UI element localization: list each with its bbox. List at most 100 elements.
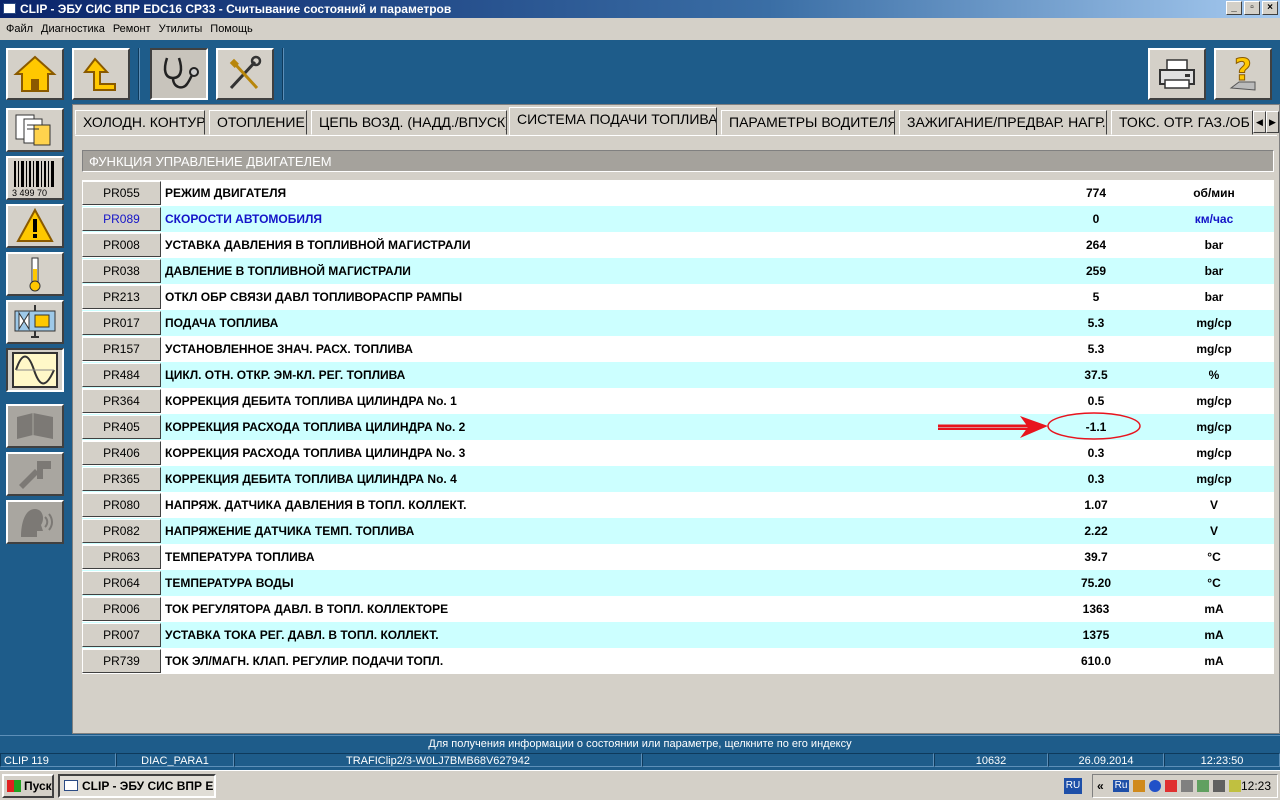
tab-emissions[interactable]: ТОКС. ОТР. ГАЗ./ОБ [1111, 110, 1253, 135]
tab-driver-params[interactable]: ПАРАМЕТРЫ ВОДИТЕЛЯ [721, 110, 895, 135]
parameter-label: ПОДАЧА ТОПЛИВА [165, 316, 279, 330]
volume-icon[interactable] [1213, 780, 1225, 792]
tab-scroll-right-icon[interactable]: ▶ [1266, 111, 1279, 133]
parameter-code-button[interactable]: PR157 [82, 337, 161, 361]
barcode-text: 3 499 70 [12, 188, 48, 198]
parameter-label: ТОК ЭЛ/МАГН. КЛАП. РЕГУЛИР. ПОДАЧИ ТОПЛ. [165, 654, 444, 668]
title-bar: CLIP - ЭБУ СИС ВПР EDC16 CP33 - Считыван… [0, 0, 1280, 18]
table-row: PR055 РЕЖИМ ДВИГАТЕЛЯ 774 об/мин [82, 180, 1274, 206]
maximize-button[interactable]: ▫ [1244, 1, 1260, 15]
status-message: Для получения информации о состоянии или… [0, 735, 1280, 751]
parameter-value: 0.3 [1087, 472, 1105, 486]
parameter-value: 5.3 [1087, 342, 1105, 356]
repair-button[interactable] [6, 452, 64, 496]
faults-button[interactable] [6, 204, 64, 248]
back-button[interactable] [72, 48, 130, 100]
clock: 12:23 [1240, 779, 1271, 793]
tab-content: ФУНКЦИЯ УПРАВЛЕНИЕ ДВИГАТЕЛЕМ PR055 РЕЖИМ… [75, 135, 1277, 729]
table-row: PR008 УСТАВКА ДАВЛЕНИЯ В ТОПЛИВНОЙ МАГИСТ… [82, 232, 1274, 258]
taskbar-item-clip[interactable]: CLIP - ЭБУ СИС ВПР Е... [58, 774, 216, 798]
menu-help[interactable]: Помощь [206, 23, 257, 35]
home-button[interactable] [6, 48, 64, 100]
diagnostics-button[interactable] [150, 48, 208, 100]
tab-heating[interactable]: ОТОПЛЕНИЕ [209, 110, 307, 135]
help-button[interactable]: ? [1214, 48, 1272, 100]
barcode-button[interactable]: 3 499 70 [6, 156, 64, 200]
menu-utilities[interactable]: Утилиты [155, 23, 207, 35]
parameter-value: 39.7 [1084, 550, 1108, 564]
menu-repair[interactable]: Ремонт [109, 23, 155, 35]
tools-button[interactable] [216, 48, 274, 100]
tab-scroll-left-icon[interactable]: ◀ [1253, 111, 1266, 133]
taskbar-item-label: CLIP - ЭБУ СИС ВПР Е... [82, 779, 216, 793]
parameter-unit: mA [1204, 602, 1224, 616]
parameter-code-button[interactable]: PR406 [82, 441, 161, 465]
tray-status-icon[interactable] [1197, 780, 1209, 792]
parameter-code-button[interactable]: PR364 [82, 389, 161, 413]
parameters-button[interactable] [6, 348, 64, 392]
parameter-code-button[interactable]: PR080 [82, 493, 161, 517]
parameter-code-button[interactable]: PR064 [82, 571, 161, 595]
table-row: PR038 ДАВЛЕНИЕ В ТОПЛИВНОЙ МАГИСТРАЛИ 259 b… [82, 258, 1274, 284]
parameter-label: НАПРЯЖ. ДАТЧИКА ДАВЛЕНИЯ В ТОПЛ. КОЛЛЕКТ… [165, 498, 467, 512]
parameter-code-button[interactable]: PR484 [82, 363, 161, 387]
status-time: 12:23:50 [1164, 753, 1280, 767]
parameter-label: РЕЖИМ ДВИГАТЕЛЯ [165, 186, 287, 200]
parameter-label: УСТАНОВЛЕННОЕ ЗНАЧ. РАСХ. ТОПЛИВА [165, 342, 413, 356]
power-icon[interactable] [1229, 780, 1241, 792]
parameter-code-button[interactable]: PR038 [82, 259, 161, 283]
tray-alert-icon[interactable] [1165, 780, 1177, 792]
parameter-unit: bar [1204, 290, 1224, 304]
documents-button[interactable] [6, 108, 64, 152]
repair-icon [19, 461, 51, 489]
parameter-code-button[interactable]: PR405 [82, 415, 161, 439]
parameter-unit: V [1209, 498, 1218, 512]
status-vehicle: TRAFIClip2/3-W0LJ7BMB68V627942 [234, 753, 642, 767]
app-icon [3, 3, 16, 14]
tab-air-circuit[interactable]: ЦЕПЬ ВОЗД. (НАДД./ВПУСК) [311, 110, 507, 135]
tab-ignition[interactable]: ЗАЖИГАНИЕ/ПРЕДВАР. НАГР. [899, 110, 1107, 135]
parameter-code-button[interactable]: PR008 [82, 233, 161, 257]
print-button[interactable] [1148, 48, 1206, 100]
states-button[interactable] [6, 252, 64, 296]
network-icon[interactable] [1181, 780, 1193, 792]
minimize-button[interactable]: _ [1226, 1, 1242, 15]
table-row: PR405 КОРРЕКЦИЯ РАСХОДА ТОПЛИВА ЦИЛИНДРА … [82, 414, 1274, 440]
table-row: PR484 ЦИКЛ. ОТН. ОТКР. ЭМ-КЛ. РЕГ. ТОПЛИВ… [82, 362, 1274, 388]
system-tray: « Ru 12:23 [1092, 774, 1278, 798]
tray-expand-icon[interactable]: « [1097, 775, 1104, 797]
parameter-code-button[interactable]: PR063 [82, 545, 161, 569]
tab-cooling[interactable]: ХОЛОДН. КОНТУР [75, 110, 205, 135]
language-indicator[interactable]: RU [1064, 778, 1082, 794]
documentation-button[interactable] [6, 404, 64, 448]
close-button[interactable]: × [1262, 1, 1278, 15]
tab-fuel-system[interactable]: СИСТЕМА ПОДАЧИ ТОПЛИВА [509, 107, 717, 135]
parameter-code-button[interactable]: PR739 [82, 649, 161, 673]
commands-button[interactable] [6, 300, 64, 344]
warning-icon [16, 207, 54, 242]
voice-button[interactable] [6, 500, 64, 544]
tray-app-icon[interactable] [1133, 780, 1145, 792]
tab-bar: ХОЛОДН. КОНТУР ОТОПЛЕНИЕ ЦЕПЬ ВОЗД. (НАД… [75, 107, 1279, 135]
parameter-code-button[interactable]: PR007 [82, 623, 161, 647]
bluetooth-icon[interactable] [1149, 780, 1161, 792]
menu-diagnostics[interactable]: Диагностика [37, 23, 109, 35]
home-icon [13, 55, 57, 92]
help-icon: ? [1229, 54, 1256, 91]
table-row: PR213 ОТКЛ ОБР СВЯЗИ ДАВЛ ТОПЛИВОРАСПР РА… [82, 284, 1274, 310]
main-panel: ХОЛОДН. КОНТУР ОТОПЛЕНИЕ ЦЕПЬ ВОЗД. (НАД… [72, 104, 1280, 734]
printer-icon [1159, 59, 1195, 89]
tray-lang-icon[interactable]: Ru [1113, 780, 1129, 792]
start-button[interactable]: Пуск [2, 774, 54, 798]
parameter-value: 2.22 [1084, 524, 1108, 538]
parameter-code-button[interactable]: PR089 [82, 207, 161, 231]
parameter-code-button[interactable]: PR082 [82, 519, 161, 543]
parameter-label: ТЕМПЕРАТУРА ТОПЛИВА [165, 550, 315, 564]
parameter-code-button[interactable]: PR017 [82, 311, 161, 335]
parameter-code-button[interactable]: PR006 [82, 597, 161, 621]
menu-bar: Файл Диагностика Ремонт Утилиты Помощь [0, 18, 1280, 40]
menu-file[interactable]: Файл [2, 23, 37, 35]
parameter-code-button[interactable]: PR365 [82, 467, 161, 491]
parameter-code-button[interactable]: PR055 [82, 181, 161, 205]
parameter-code-button[interactable]: PR213 [82, 285, 161, 309]
